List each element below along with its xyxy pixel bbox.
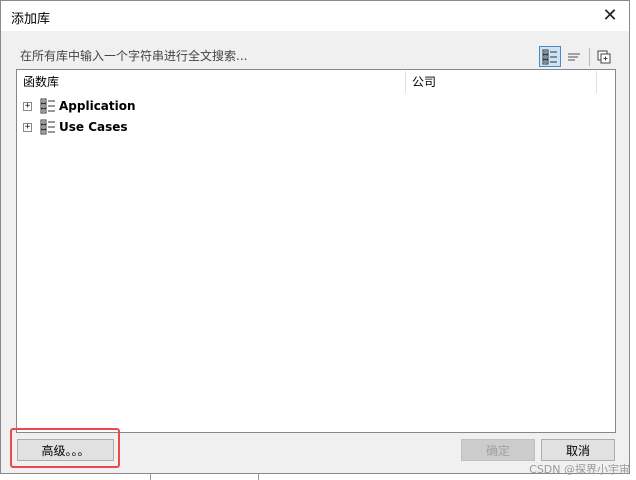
toolbar-separator bbox=[589, 48, 590, 66]
copy-button[interactable] bbox=[593, 46, 615, 67]
tree-item-label: Use Cases bbox=[59, 120, 128, 134]
library-list[interactable]: 函数库 公司 + Application + Use Cases bbox=[16, 69, 616, 433]
column-header-library[interactable]: 函数库 bbox=[17, 70, 405, 94]
column-separator[interactable] bbox=[596, 71, 597, 93]
library-icon bbox=[40, 98, 55, 114]
copy-icon bbox=[597, 50, 611, 63]
background-edge bbox=[630, 0, 636, 480]
background-divider bbox=[258, 474, 259, 480]
dialog-title: 添加库 bbox=[11, 12, 51, 27]
close-button[interactable]: ✕ bbox=[599, 5, 621, 27]
tree-view-button[interactable] bbox=[539, 46, 561, 67]
list-view-icon bbox=[568, 53, 580, 60]
list-header: 函数库 公司 bbox=[17, 70, 615, 94]
search-row bbox=[16, 44, 616, 68]
add-library-dialog: 添加库 ✕ 在所有库中输入一个字符串进行全文搜索... 函数库 公司 + App… bbox=[0, 0, 630, 474]
cancel-button[interactable]: 取消 bbox=[541, 439, 615, 461]
expand-icon[interactable]: + bbox=[23, 122, 32, 132]
watermark: CSDN @探界小宇宙 bbox=[529, 463, 630, 476]
background-divider bbox=[150, 474, 151, 480]
tree-item-use-cases[interactable]: + Use Cases bbox=[23, 118, 128, 136]
close-icon: ✕ bbox=[602, 5, 618, 26]
list-view-button[interactable] bbox=[563, 46, 585, 67]
highlight-annotation bbox=[10, 428, 120, 468]
title-bar: 添加库 ✕ bbox=[1, 1, 629, 31]
search-input[interactable] bbox=[16, 44, 536, 68]
ok-button[interactable]: 确定 bbox=[461, 439, 535, 461]
library-icon bbox=[40, 119, 55, 135]
tree-item-label: Application bbox=[59, 99, 136, 113]
tree-view-icon bbox=[542, 49, 557, 64]
tree-item-application[interactable]: + Application bbox=[23, 97, 136, 115]
column-header-company[interactable]: 公司 bbox=[406, 70, 596, 94]
expand-icon[interactable]: + bbox=[23, 101, 32, 111]
